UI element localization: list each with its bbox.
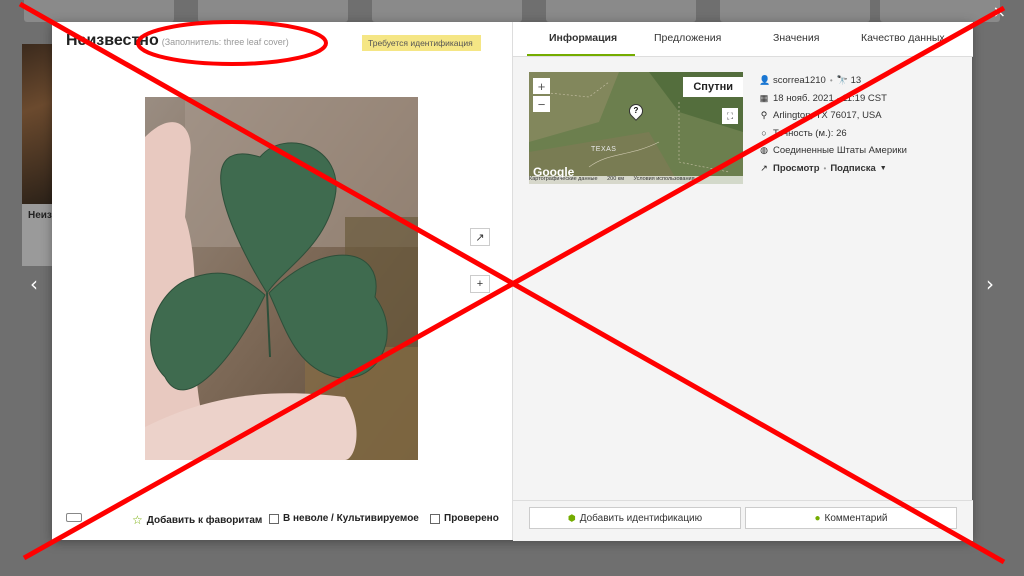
circle-icon: ○ (761, 128, 767, 139)
observation-details: 👤 scorrea1210 • 🔭 13 ▦ 18 нояб. 2021 · 1… (759, 72, 907, 177)
observation-photo[interactable] (145, 97, 418, 460)
separator: • (823, 163, 827, 173)
info-panel: Информация Предложения Значения Качество… (512, 22, 973, 541)
tab-annotations[interactable]: Значения (773, 32, 819, 44)
country-name: Соединенные Штаты Америки (773, 145, 907, 157)
keyboard-icon[interactable] (66, 513, 82, 522)
reviewed-checkbox[interactable]: Проверено (430, 513, 499, 524)
place-name: Arlington, TX 76017, USA (773, 110, 882, 122)
star-icon: ☆ (132, 513, 143, 527)
captive-checkbox[interactable]: В неволе / Культивируемое (269, 513, 419, 524)
country-row: ◍ Соединенные Штаты Америки (759, 142, 907, 160)
binoculars-icon: 🔭 (836, 75, 848, 86)
background-card (198, 0, 348, 22)
observer-count: 13 (850, 75, 862, 87)
accuracy-value: Точность (м.): 26 (773, 127, 847, 139)
map-zoom-out-button[interactable]: − (533, 96, 550, 112)
calendar-icon: ▦ (759, 92, 769, 103)
map-terms-label[interactable]: Условия использования (634, 176, 695, 182)
comment-button[interactable]: ● Комментарий (745, 507, 957, 529)
info-tabs: Информация Предложения Значения Качество… (513, 22, 973, 57)
background-observation-tile[interactable]: Неиз (22, 44, 54, 266)
add-identification-label: Добавить идентификацию (579, 512, 703, 524)
favorite-label: Добавить к фаворитам (146, 514, 263, 526)
prev-arrow-button[interactable]: ‹ (30, 272, 38, 296)
shield-icon: ⬢ (567, 512, 576, 523)
info-footer: ⬢ Добавить идентификацию ● Комментарий (513, 500, 973, 541)
user-icon: 👤 (759, 75, 771, 86)
checkbox-icon (430, 513, 440, 524)
clover-photo-image (145, 97, 418, 460)
map-zoom-in-button[interactable]: + (533, 78, 550, 94)
date-row: ▦ 18 нояб. 2021 · 11:19 CST (759, 90, 907, 108)
place-row: ⚲ Arlington, TX 76017, USA (759, 107, 907, 125)
needs-id-badge: Требуется идентификация (362, 35, 481, 51)
view-link[interactable]: Просмотр (773, 163, 820, 174)
map-region-label: TEXAS (591, 146, 617, 153)
observer-name[interactable]: scorrea1210 (773, 75, 826, 86)
tab-data-quality[interactable]: Качество данных (861, 32, 945, 44)
observation-title: Неизвестно (Заполнитель: three leaf cover… (66, 32, 289, 50)
tab-suggestions[interactable]: Предложения (654, 32, 721, 44)
speech-bubble-icon: ● (814, 512, 821, 524)
close-button[interactable]: × (993, 2, 1006, 21)
photo-footer: ☆ Добавить к фаворитам В неволе / Культи… (52, 502, 512, 540)
background-card (372, 0, 522, 22)
fullscreen-icon[interactable]: ⛶ (722, 108, 738, 124)
subscribe-dropdown[interactable]: Подписка (830, 163, 875, 174)
observation-modal: Неизвестно (Заполнитель: three leaf cover… (52, 22, 973, 541)
background-card (720, 0, 870, 22)
captive-label: В неволе / Культивируемое (283, 513, 419, 524)
pin-label: ? (633, 106, 639, 115)
reviewed-label: Проверено (444, 513, 499, 524)
taxon-name[interactable]: Неизвестно (66, 32, 159, 49)
next-arrow-button[interactable]: › (986, 272, 994, 296)
map-scale-label: 200 км (607, 176, 624, 182)
comment-label: Комментарий (824, 512, 888, 524)
map-data-label[interactable]: Картографические данные (529, 176, 598, 182)
actions-row: ↗ Просмотр • Подписка ▼ (759, 160, 907, 178)
placeholder-name: (Заполнитель: three leaf cover) (161, 37, 289, 47)
zoom-plus-icon[interactable]: + (470, 275, 490, 293)
external-link-icon[interactable]: ↗ (470, 228, 490, 246)
location-map[interactable]: + − Спутни ⛶ ? TEXAS Google Картографиче… (529, 72, 743, 184)
external-link-icon: ↗ (760, 162, 768, 173)
favorite-toggle[interactable]: ☆ Добавить к фаворитам (132, 513, 262, 527)
background-tile-caption: Неиз (28, 210, 52, 221)
photo-panel: Неизвестно (Заполнитель: three leaf cover… (52, 22, 512, 540)
map-type-button[interactable]: Спутни (683, 77, 743, 97)
observed-date: 18 нояб. 2021 · 11:19 CST (773, 92, 887, 104)
add-identification-button[interactable]: ⬢ Добавить идентификацию (529, 507, 741, 529)
background-card (880, 0, 1000, 22)
location-pin-icon: ⚲ (760, 110, 768, 121)
tab-info[interactable]: Информация (549, 32, 617, 44)
chevron-down-icon[interactable]: ▼ (880, 165, 887, 172)
background-thumbnail (22, 44, 54, 204)
globe-icon: ◍ (760, 145, 768, 156)
background-card (546, 0, 696, 22)
background-card (24, 0, 174, 22)
checkbox-icon (269, 513, 279, 524)
separator: • (829, 76, 833, 86)
map-attribution: Картографические данные 200 км Условия и… (529, 176, 743, 184)
accuracy-row: ○ Точность (м.): 26 (759, 125, 907, 143)
observer-row: 👤 scorrea1210 • 🔭 13 (759, 72, 907, 90)
active-tab-indicator (527, 54, 635, 56)
